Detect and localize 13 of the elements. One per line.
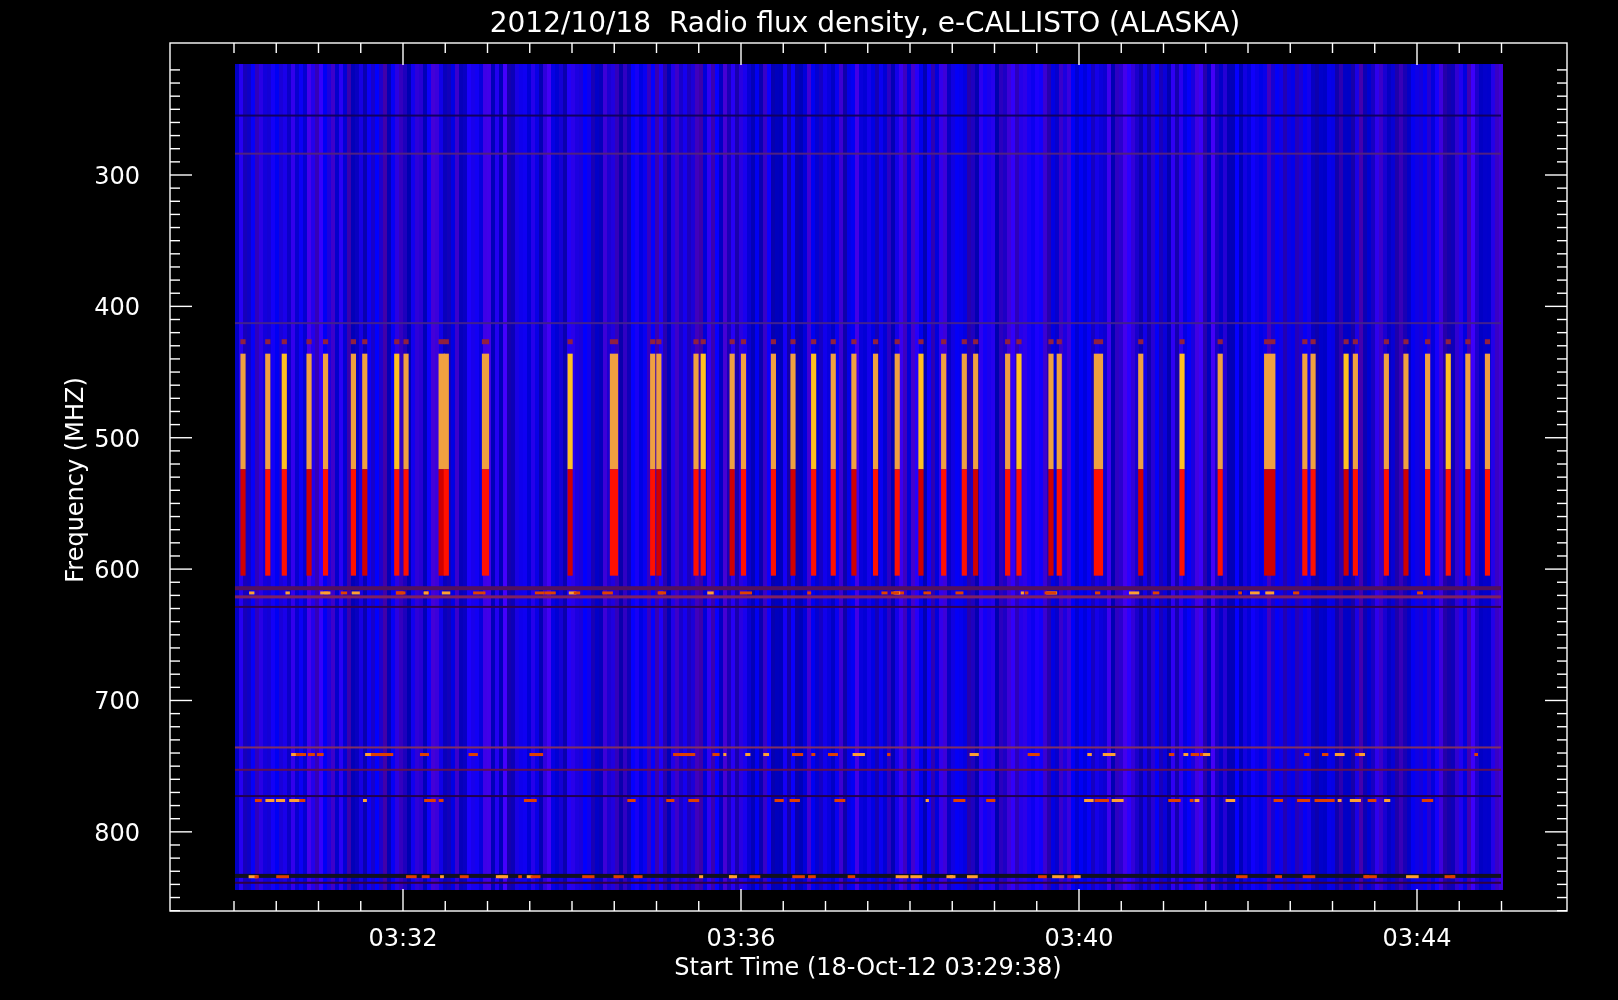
x-axis-label: Start Time (18-Oct-12 03:29:38)	[674, 953, 1062, 981]
chart-title: 2012/10/18 Radio flux density, e-CALLISTO (ALASKA)	[489, 6, 1241, 39]
y-tick-label: 300	[94, 162, 140, 190]
x-tick-label: 03:32	[368, 924, 438, 952]
x-tick-label: 03:40	[1044, 924, 1114, 952]
y-tick-label: 600	[94, 556, 140, 585]
x-tick-label: 03:36	[706, 924, 776, 952]
x-tick-label: 03:44	[1382, 924, 1452, 952]
y-axis-label: Frequency (MHZ)	[61, 377, 89, 583]
y-tick-label: 400	[94, 293, 140, 322]
y-tick-label: 500	[94, 424, 140, 453]
y-tick-label: 800	[94, 818, 140, 847]
y-tick-label: 700	[94, 687, 140, 716]
